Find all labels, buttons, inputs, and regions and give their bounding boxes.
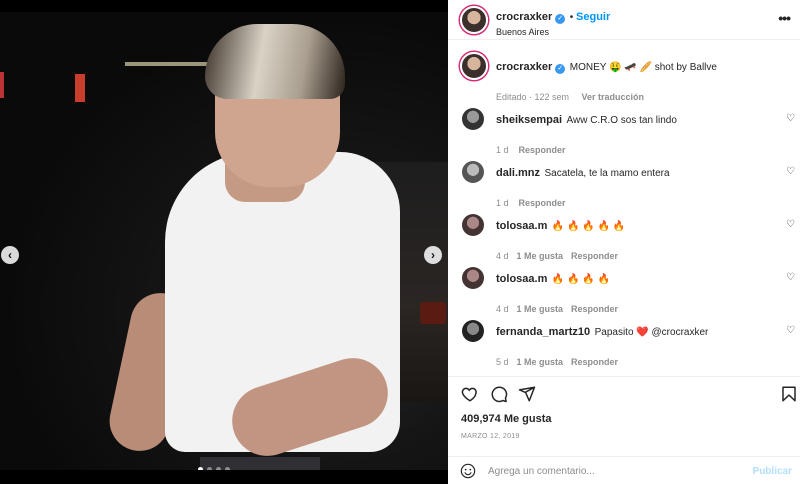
commenter-username[interactable]: tolosaa.m <box>496 220 547 232</box>
person-hair <box>205 24 345 99</box>
like-comment-icon[interactable]: ♡ <box>786 272 795 283</box>
post-date[interactable]: MARZO 12, 2019 <box>461 433 520 440</box>
comment-time[interactable]: 4 d <box>496 304 509 314</box>
commenter-avatar[interactable] <box>462 161 484 183</box>
author-avatar[interactable] <box>460 6 488 34</box>
comment-time[interactable]: 5 d <box>496 357 509 367</box>
location-link[interactable]: Buenos Aires <box>496 27 610 37</box>
carousel-dot <box>198 467 203 470</box>
reply-button[interactable]: Responder <box>571 357 618 367</box>
reply-button[interactable]: Responder <box>571 304 618 314</box>
post-actions <box>448 376 800 406</box>
commenter-username[interactable]: tolosaa.m <box>496 273 547 285</box>
commenter-avatar[interactable] <box>462 267 484 289</box>
reply-button[interactable]: Responder <box>519 145 566 155</box>
commenter-username[interactable]: fernanda_martz10 <box>496 326 590 338</box>
post-sidebar: crocraxker ✓ • Seguir Buenos Aires ••• cr… <box>448 0 800 484</box>
post-comment-button[interactable]: Publicar <box>753 466 792 477</box>
like-comment-icon[interactable]: ♡ <box>786 219 795 230</box>
caption-avatar[interactable] <box>460 52 488 80</box>
follow-button[interactable]: Seguir <box>576 11 610 23</box>
comment-input[interactable] <box>488 462 738 480</box>
comment-bubble-icon[interactable] <box>490 385 508 403</box>
author-info: crocraxker ✓ • Seguir Buenos Aires <box>496 7 610 37</box>
edited-label: Editado <box>496 92 527 102</box>
meta-separator: · <box>526 92 535 102</box>
caption-time[interactable]: 122 sem <box>535 92 570 102</box>
more-options-icon[interactable]: ••• <box>778 10 791 26</box>
verified-icon: ✓ <box>555 14 566 24</box>
comment-likes[interactable]: 1 Me gusta <box>517 251 564 261</box>
next-photo-button[interactable]: › <box>424 246 442 264</box>
like-heart-icon[interactable] <box>461 385 479 403</box>
comment-likes[interactable]: 1 Me gusta <box>517 357 564 367</box>
verified-icon: ✓ <box>555 64 566 74</box>
commenter-username[interactable]: sheiksempai <box>496 114 562 126</box>
reply-button[interactable]: Responder <box>571 251 618 261</box>
post-photo[interactable]: ‹ › <box>0 12 448 470</box>
tail-light <box>75 74 85 102</box>
like-comment-icon[interactable]: ♡ <box>786 113 795 124</box>
emoji-icon[interactable] <box>460 463 476 479</box>
commenter-avatar[interactable] <box>462 320 484 342</box>
likes-count[interactable]: 409,974 Me gusta <box>461 413 552 425</box>
caption-meta: Editado · 122 sem Ver traducción <box>496 87 786 105</box>
commenter-avatar[interactable] <box>462 214 484 236</box>
carousel-dots <box>198 467 230 470</box>
comment-likes[interactable]: 1 Me gusta <box>517 304 564 314</box>
like-comment-icon[interactable]: ♡ <box>786 325 795 336</box>
comment-time[interactable]: 1 d <box>496 198 509 208</box>
left-light <box>0 72 4 98</box>
commenter-username[interactable]: dali.mnz <box>496 167 540 179</box>
comment-composer: Publicar <box>448 456 800 484</box>
reply-button[interactable]: Responder <box>519 198 566 208</box>
carousel-dot <box>216 467 221 470</box>
comment-text: Sacatela, te la mamo entera <box>544 168 670 179</box>
comment-time[interactable]: 1 d <box>496 145 509 155</box>
commenter-avatar[interactable] <box>462 108 484 130</box>
share-plane-icon[interactable] <box>518 385 536 403</box>
save-bookmark-icon[interactable] <box>780 385 798 403</box>
carousel-dot <box>225 467 230 470</box>
comment-text: Aww C.R.O sos tan lindo <box>566 115 677 126</box>
caption-text: MONEY 🤑 🛹 🥖 shot by Ballve <box>569 62 717 73</box>
carousel-dot <box>207 467 212 470</box>
comment-time[interactable]: 4 d <box>496 251 509 261</box>
author-username[interactable]: crocraxker <box>496 11 552 23</box>
comment-text: 🔥 🔥 🔥 🔥 <box>551 274 610 285</box>
car-light <box>420 302 446 324</box>
like-comment-icon[interactable]: ♡ <box>786 166 795 177</box>
comment-text: 🔥 🔥 🔥 🔥 🔥 <box>551 221 626 232</box>
comment-text: Papasito ❤️ @crocraxker <box>594 327 709 338</box>
caption-body: crocraxker ✓ MONEY 🤑 🛹 🥖 shot by Ballve E… <box>496 57 786 105</box>
see-translation-link[interactable]: Ver traducción <box>582 92 645 102</box>
caption-username[interactable]: crocraxker <box>496 61 552 73</box>
post-header: crocraxker ✓ • Seguir Buenos Aires ••• <box>448 0 800 40</box>
previous-photo-button[interactable]: ‹ <box>1 246 19 264</box>
